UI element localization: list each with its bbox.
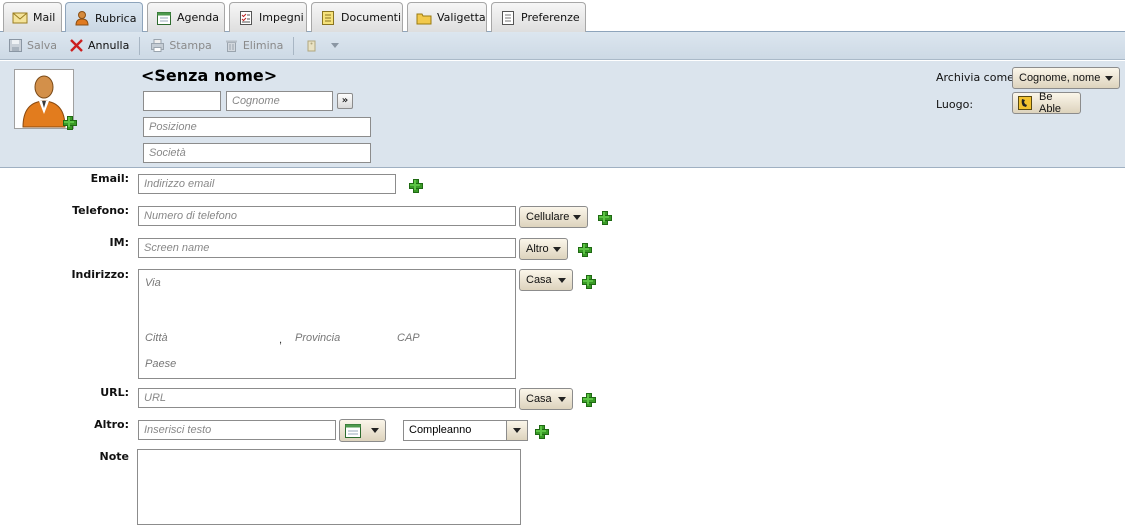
save-button[interactable]: Salva [8, 38, 57, 53]
location-label: Luogo: [936, 98, 974, 111]
add-url-icon[interactable] [582, 393, 596, 407]
folder-icon [416, 10, 432, 26]
last-name-field[interactable] [226, 91, 333, 111]
address-label: Indirizzo: [71, 268, 129, 281]
province-field[interactable]: Provincia [295, 332, 340, 344]
date-picker-button[interactable] [339, 419, 386, 442]
add-phone-icon[interactable] [598, 211, 612, 225]
city-field[interactable]: Città [145, 332, 168, 344]
chevron-down-icon [573, 214, 581, 220]
other-type-select[interactable]: Compleanno [403, 420, 528, 441]
phone-type-select[interactable]: Cellulare [519, 206, 588, 228]
address-comma: , [279, 334, 283, 346]
notes-textarea[interactable] [137, 449, 521, 525]
address-type-select[interactable]: Casa [519, 269, 573, 291]
other-field[interactable] [138, 420, 336, 440]
chevron-down-icon [371, 428, 379, 433]
email-label: Email: [90, 172, 129, 185]
close-icon [69, 38, 84, 53]
other-label: Altro: [94, 418, 129, 431]
tab-valigetta[interactable]: Valigetta [407, 2, 487, 32]
add-email-icon[interactable] [409, 179, 423, 193]
toolbar-separator [139, 36, 141, 55]
phone-field[interactable] [138, 206, 516, 226]
street-field[interactable]: Via [145, 277, 161, 289]
contact-header: <Senza nome> » Archivia come: Cognome, n… [0, 61, 1125, 168]
notes-label: Note [99, 450, 129, 463]
tab-mail[interactable]: Mail [3, 2, 62, 32]
tab-impegni[interactable]: Impegni [229, 2, 307, 32]
tab-agenda[interactable]: Agenda [147, 2, 225, 32]
other-type-dropdown-button[interactable] [506, 421, 527, 440]
im-field[interactable] [138, 238, 516, 258]
url-field[interactable] [138, 388, 516, 408]
url-type-select[interactable]: Casa [519, 388, 573, 410]
calendar-icon [156, 10, 172, 26]
envelope-icon [12, 10, 28, 26]
contact-icon [74, 10, 90, 26]
company-field[interactable] [143, 143, 371, 163]
position-field[interactable] [143, 117, 371, 137]
tab-documenti[interactable]: Documenti [311, 2, 403, 32]
address-box[interactable]: Via Città , Provincia CAP Paese [138, 269, 516, 379]
app-tab-bar: Mail Rubrica Agenda Impegni Documenti Va… [0, 0, 1125, 33]
contact-display-name: <Senza nome> [141, 66, 278, 85]
notebook-icon [320, 10, 336, 26]
chevron-down-icon [513, 428, 521, 433]
print-button[interactable]: Stampa [150, 38, 212, 53]
tab-preferenze[interactable]: Preferenze [491, 2, 586, 32]
contact-photo[interactable] [14, 69, 77, 130]
zip-field[interactable]: CAP [397, 332, 420, 344]
add-im-icon[interactable] [578, 243, 592, 257]
trash-icon [224, 38, 239, 53]
im-label: IM: [109, 236, 129, 249]
chevron-down-icon [558, 396, 566, 402]
chevron-down-icon[interactable] [331, 43, 340, 48]
add-photo-icon[interactable] [63, 116, 77, 130]
file-as-label: Archivia come: [936, 71, 1018, 84]
location-button[interactable]: Be Able [1012, 91, 1081, 115]
phone-label: Telefono: [72, 204, 129, 217]
tasks-icon [238, 10, 254, 26]
save-icon [8, 38, 23, 53]
chevron-down-icon [553, 246, 561, 252]
first-name-field[interactable] [143, 91, 221, 111]
calendar-icon [345, 423, 361, 438]
file-as-select[interactable]: Cognome, nome [1012, 67, 1120, 89]
printer-icon [150, 38, 165, 53]
cancel-button[interactable]: Annulla [69, 38, 129, 53]
country-field[interactable]: Paese [145, 358, 176, 370]
url-label: URL: [100, 386, 129, 399]
tag-icon [304, 38, 319, 53]
tag-menu-button[interactable] [304, 38, 323, 53]
email-field[interactable] [138, 174, 396, 194]
delete-button[interactable]: Elimina [224, 38, 283, 53]
address-book-icon [1018, 96, 1032, 110]
add-other-icon[interactable] [535, 425, 549, 439]
add-address-icon[interactable] [582, 275, 596, 289]
toolbar: Salva Annulla Stampa Elimina [0, 32, 1125, 60]
chevron-down-icon [1105, 75, 1113, 81]
toolbar-separator [293, 36, 295, 55]
chevron-down-icon [558, 277, 566, 283]
expand-name-button[interactable]: » [337, 93, 353, 109]
im-type-select[interactable]: Altro [519, 238, 568, 260]
preferences-icon [500, 10, 516, 26]
tab-rubrica[interactable]: Rubrica [65, 2, 143, 33]
